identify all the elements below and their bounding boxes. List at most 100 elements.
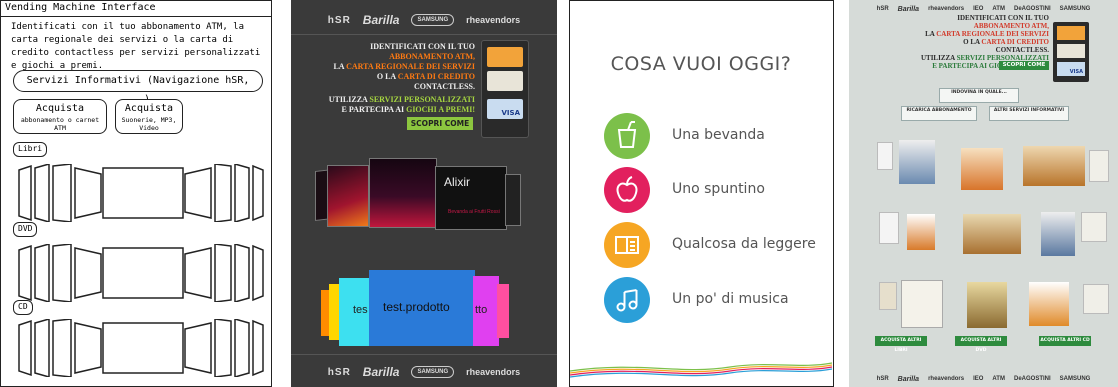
buy-atm-sub: abbonamento o carnet ATM — [20, 116, 100, 132]
divider — [291, 354, 557, 355]
product-item[interactable] — [1083, 284, 1109, 314]
menu-item-music[interactable]: Un po' di musica — [604, 277, 824, 323]
product-item-selected[interactable] — [967, 282, 1007, 328]
product-item[interactable] — [877, 142, 893, 170]
promo-line: la carta regionale dei servizi — [861, 30, 1049, 38]
buy-more-cd-button[interactable]: ACQUISTA ALTRI CD — [1039, 336, 1091, 346]
product-item[interactable] — [1081, 212, 1107, 242]
cover-label: tto — [475, 304, 488, 316]
cover-item[interactable] — [327, 165, 369, 227]
promo-line: e partecipa ai giochi a premi! — [299, 105, 475, 115]
menu-item-drink[interactable]: Una bevanda — [604, 113, 824, 159]
promo-highlight: carta regionale dei servizi — [346, 62, 475, 71]
buy-more-books-button[interactable]: ACQUISTA ALTRI LIBRI — [875, 336, 927, 353]
menu-label: Una bevanda — [672, 127, 765, 143]
carousel-libri[interactable] — [17, 164, 265, 222]
buy-atm-button[interactable]: Acquista abbonamento o carnet ATM — [13, 99, 107, 134]
info-services-button[interactable]: Servizi Informativi (Navigazione hSR, ..… — [13, 70, 263, 105]
carousel-dvd[interactable] — [17, 244, 265, 302]
samsung-logo: SAMSUNG — [1059, 6, 1091, 12]
promo-word: la — [925, 30, 935, 38]
recharge-button[interactable]: RICARICA ABBONAMENTO — [901, 106, 977, 121]
product-item[interactable] — [1041, 212, 1075, 256]
scopri-come-button[interactable]: SCOPRI COME — [407, 117, 473, 130]
promo-word: Utilizza — [920, 54, 955, 62]
promo-word: o la — [963, 38, 980, 46]
product-item[interactable] — [961, 148, 1003, 190]
section-tag-dvd: DVD — [13, 222, 38, 237]
promo-line: o la carta di credito — [861, 38, 1049, 46]
wireframe-panel: Vending Machine Interface Identificati c… — [0, 0, 272, 387]
product-item-selected[interactable] — [1023, 146, 1085, 186]
atm-card-icon — [1057, 26, 1085, 40]
visa-text: VISA — [501, 109, 520, 117]
barilla-logo: Barilla — [897, 375, 920, 383]
promo-word: la — [333, 62, 345, 71]
product-item[interactable] — [879, 282, 897, 310]
hsr-logo: hSR — [876, 376, 889, 382]
cover-item[interactable] — [505, 174, 521, 226]
product-item[interactable] — [907, 214, 935, 250]
carousel-cd[interactable] — [17, 319, 265, 377]
promo-word: Utilizza — [328, 95, 368, 104]
promo-highlight: servizi personalizzati — [369, 95, 475, 104]
rhea-logo: rheavendors — [928, 6, 965, 12]
atm-logo: ATM — [992, 376, 1005, 382]
buy-media-sub: Suonerie, MP3, Video — [121, 116, 177, 132]
buy-media-button[interactable]: Acquista Suonerie, MP3, Video — [115, 99, 183, 134]
hsr-logo: hSR — [876, 6, 889, 12]
visa-card-icon: VISA — [1057, 62, 1085, 76]
product-item[interactable] — [899, 140, 935, 184]
wireframe-title: Vending Machine Interface — [1, 1, 271, 17]
cover-item[interactable] — [497, 284, 509, 338]
other-services-button[interactable]: ALTRI SERVIZI INFORMATIVI — [989, 106, 1069, 121]
kiosk-panel: hSR Barilla SAMSUNG rheavendors Identifi… — [291, 0, 557, 387]
product-item[interactable] — [901, 280, 943, 328]
menu-label: Qualcosa da leggere — [672, 236, 816, 252]
deagostini-logo: DeAGOSTINI — [1013, 376, 1051, 382]
regional-card-icon — [487, 71, 523, 91]
guess-button[interactable]: INDOVINA IN QUALE... — [939, 88, 1019, 103]
section-tag-cd: CD — [13, 300, 33, 315]
menu-item-snack[interactable]: Uno spuntino — [604, 167, 824, 213]
login-promo-text: Identificati con il tuo abbonamento ATM,… — [299, 42, 475, 115]
cover-item[interactable]: tto — [473, 276, 499, 346]
buy-atm-label: Acquista — [35, 103, 85, 114]
promo-highlight: giochi a premi! — [406, 105, 475, 114]
promo-line: Utilizza servizi personalizzati — [299, 95, 475, 105]
hsr-logo: hSR — [327, 366, 351, 378]
promo-highlight: carta regionale dei servizi — [936, 30, 1049, 38]
scopri-come-button[interactable]: SCOPRI COME — [999, 61, 1049, 70]
divider — [291, 34, 557, 35]
cover-label: tes — [353, 304, 368, 316]
hsr-logo: hSR — [327, 14, 351, 26]
cover-item[interactable] — [369, 158, 437, 228]
promo-word: o la — [376, 72, 396, 81]
book-icon — [604, 222, 650, 268]
photo-panel: hSR Barilla rheavendors IEO ATM DeAGOSTI… — [849, 0, 1118, 387]
promo-highlight: carta di credito — [981, 38, 1049, 46]
apple-icon — [604, 167, 650, 213]
promo-line: Identificati con il tuo — [370, 42, 475, 51]
rhea-logo: rheavendors — [466, 367, 521, 377]
rhea-logo: rheavendors — [928, 376, 965, 382]
product-item[interactable] — [879, 212, 899, 244]
promo-line: Identificati con il tuo — [957, 14, 1049, 22]
music-note-icon — [604, 277, 650, 323]
promo-line: la carta regionale dei servizi — [299, 62, 475, 72]
product-item[interactable] — [1089, 150, 1109, 182]
regional-card-icon — [1057, 44, 1085, 58]
decorative-lines — [570, 362, 832, 378]
id-cards-image: VISA — [481, 40, 529, 138]
menu-item-read[interactable]: Qualcosa da leggere — [604, 222, 824, 268]
buy-more-dvd-button[interactable]: ACQUISTA ALTRI DVD — [955, 336, 1007, 353]
product-item-selected[interactable] — [963, 214, 1021, 254]
deagostini-logo: DeAGOSTINI — [1013, 6, 1051, 12]
product-item[interactable] — [1029, 282, 1069, 326]
barilla-logo: Barilla — [897, 5, 920, 13]
cover-item-selected[interactable]: test.prodotto — [369, 270, 475, 346]
promo-line: contactless. — [995, 46, 1049, 54]
cover-item-selected[interactable]: Alixir Bevanda ai Frutti Rossi — [435, 166, 507, 230]
cover-item[interactable]: tes — [339, 278, 373, 346]
atm-card-icon — [487, 47, 523, 67]
